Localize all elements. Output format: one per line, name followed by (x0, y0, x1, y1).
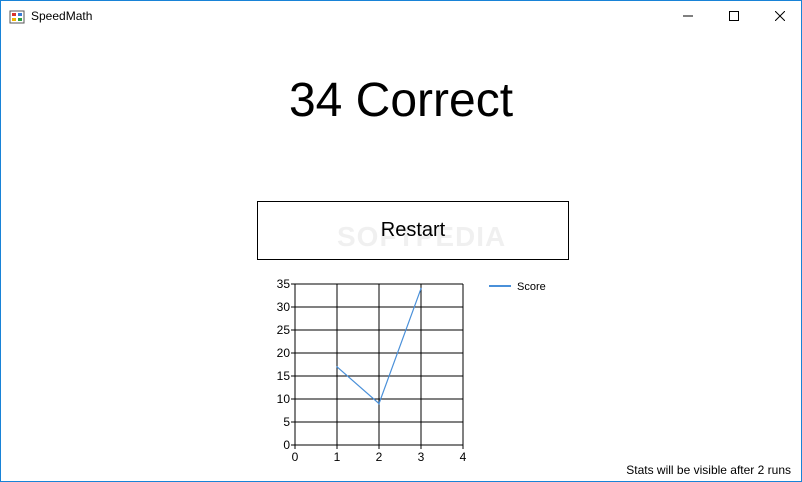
x-tick-label: 2 (376, 450, 383, 464)
y-tick-label: 20 (277, 346, 291, 360)
maximize-button[interactable] (711, 1, 757, 31)
score-data-point (420, 287, 422, 290)
x-tick-label: 4 (460, 450, 467, 464)
app-icon (9, 10, 25, 24)
app-window: SpeedMath 34 Correct Restart SOFTPEDIA 0… (0, 0, 802, 482)
legend-label: Score (517, 281, 546, 293)
y-tick-label: 30 (277, 300, 291, 314)
close-button[interactable] (757, 1, 802, 31)
title-bar[interactable]: SpeedMath (1, 1, 801, 31)
score-chart: 0 1 2 3 4 0 5 10 15 20 25 30 35 Score (277, 277, 546, 464)
close-icon (775, 11, 785, 21)
y-tick-label: 25 (277, 323, 291, 337)
score-data-point (378, 402, 380, 405)
maximize-icon (729, 11, 739, 21)
stats-note: Stats will be visible after 2 runs (626, 463, 791, 477)
y-tick-label: 0 (283, 438, 290, 452)
restart-button[interactable]: Restart (257, 201, 569, 260)
correct-count-heading: 34 Correct (288, 74, 514, 127)
x-tick-label: 3 (418, 450, 425, 464)
y-tick-label: 10 (277, 392, 291, 406)
window-title: SpeedMath (31, 9, 93, 23)
y-tick-label: 15 (277, 369, 291, 383)
x-tick-label: 0 (292, 450, 299, 464)
y-tick-label: 5 (283, 415, 290, 429)
score-data-point (336, 366, 338, 368)
minimize-button[interactable] (665, 1, 711, 31)
x-tick-label: 1 (334, 450, 341, 464)
minimize-icon (683, 15, 693, 17)
y-tick-label: 35 (277, 277, 291, 291)
